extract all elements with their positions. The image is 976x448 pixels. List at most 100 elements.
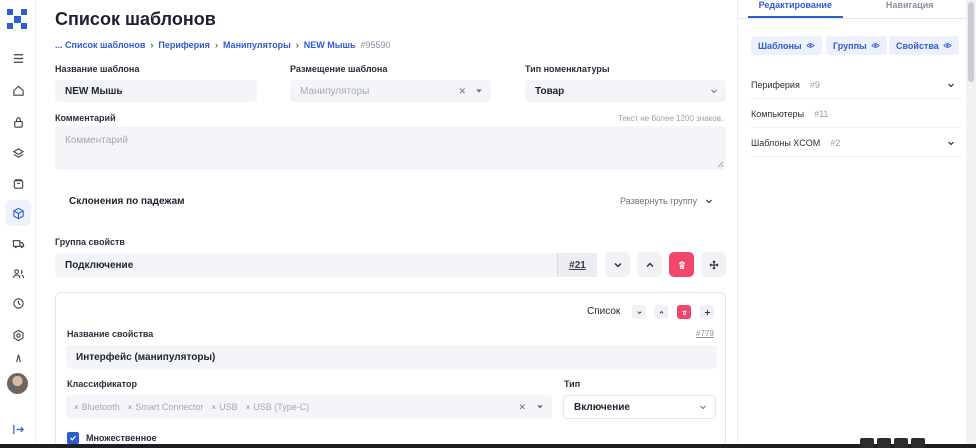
property-id-link[interactable]: #779	[696, 329, 714, 338]
nomenclature-type-select[interactable]: Товар	[525, 80, 726, 102]
chip-groups[interactable]: Группы	[826, 36, 887, 55]
classifier-multiselect[interactable]: × Bluetooth × Smart Connector × USB × USB (T…	[66, 395, 552, 419]
placement-select[interactable]: Манипуляторы ✕	[290, 80, 491, 102]
comment-placeholder: Комментарий	[65, 135, 128, 146]
expand-group-label: Развернуть группу	[620, 196, 698, 206]
check-icon	[70, 435, 76, 441]
clear-icon[interactable]: ✕	[458, 86, 466, 97]
tray-icon[interactable]	[894, 438, 908, 448]
lock-icon[interactable]	[5, 109, 31, 135]
chevron-up-icon	[646, 262, 653, 267]
mini-move-down-button[interactable]	[632, 305, 646, 319]
property-name-input[interactable]: Интерфейс (манипуляторы)	[66, 345, 717, 369]
move-icon	[704, 309, 710, 315]
tree-item-count: #2	[830, 137, 841, 148]
partial-icon[interactable]	[5, 350, 31, 364]
box-icon[interactable]	[5, 170, 31, 196]
tag-label: Smart Connector	[135, 402, 204, 412]
system-tray	[860, 438, 925, 448]
nomenclature-type-label: Тип номенклатуры	[525, 64, 610, 74]
move-up-button[interactable]	[637, 252, 662, 277]
scrollbar[interactable]	[966, 0, 976, 448]
tree-item-count: #9	[809, 79, 820, 90]
delete-group-button[interactable]	[669, 252, 694, 277]
classifier-tag[interactable]: × Smart Connector	[128, 402, 204, 412]
tab-navigation[interactable]: Навигация	[853, 0, 968, 18]
tray-icon[interactable]	[860, 438, 874, 448]
mini-move-up-button[interactable]	[654, 305, 668, 319]
avatar[interactable]	[7, 373, 28, 394]
logo-icon[interactable]	[7, 9, 28, 30]
multiple-checkbox[interactable]	[67, 432, 79, 444]
trash-icon	[682, 310, 686, 315]
chip-properties[interactable]: Свойства	[889, 36, 959, 55]
tree-item[interactable]: Компьютеры #11	[751, 100, 961, 128]
eye-icon	[943, 43, 952, 48]
breadcrumb-item[interactable]: ... Список шаблонов	[55, 40, 145, 50]
chevron-down-icon[interactable]	[699, 403, 707, 411]
mini-delete-button[interactable]	[677, 305, 691, 319]
tag-remove-icon[interactable]: ×	[74, 403, 79, 412]
tray-icon[interactable]	[911, 438, 925, 448]
tree-item-count: #11	[814, 108, 829, 119]
tree-item[interactable]: Шаблоны XCOM #2	[751, 129, 961, 157]
tree-item[interactable]: Периферия #9	[751, 71, 961, 99]
tree-item-label: Шаблоны XCOM	[751, 137, 821, 148]
logout-icon[interactable]	[5, 416, 31, 442]
chevron-down-icon[interactable]	[947, 139, 955, 147]
chip-templates[interactable]: Шаблоны	[751, 36, 822, 55]
truck-icon[interactable]	[5, 230, 31, 256]
resize-handle-icon[interactable]	[717, 161, 724, 168]
chevron-down-icon[interactable]	[536, 403, 544, 411]
scrollbar-thumb[interactable]	[968, 2, 974, 82]
comment-hint: Текст не более 1200 знаков.	[618, 114, 724, 123]
breadcrumb-item[interactable]: Манипуляторы	[223, 40, 291, 50]
tab-editing[interactable]: Редактирование	[738, 0, 853, 18]
placement-label: Размещение шаблона	[290, 64, 388, 74]
settings-icon[interactable]	[5, 322, 31, 348]
cube-icon[interactable]	[5, 200, 31, 226]
property-group-id-link[interactable]: #21	[557, 253, 597, 277]
chip-label: Шаблоны	[758, 40, 802, 51]
expand-group-button[interactable]: Развернуть группу	[620, 196, 713, 206]
clock-icon[interactable]	[5, 290, 31, 316]
property-group-value: Подключение	[65, 259, 134, 271]
type-value: Включение	[574, 401, 630, 413]
chevron-down-icon[interactable]	[475, 87, 483, 95]
eye-icon	[871, 43, 880, 48]
panel-tabs: Редактирование Навигация	[738, 0, 967, 18]
drag-handle-button[interactable]	[701, 252, 726, 277]
classifier-tag[interactable]: × USB (Type-C)	[246, 402, 310, 412]
move-down-button[interactable]	[605, 252, 630, 277]
comment-textarea[interactable]: Комментарий	[55, 126, 726, 170]
breadcrumb-item[interactable]: NEW Мышь	[304, 40, 356, 50]
clear-icon[interactable]: ✕	[518, 402, 526, 413]
tray-icon[interactable]	[877, 438, 891, 448]
tree-item-label: Периферия	[751, 79, 800, 90]
trash-icon	[678, 261, 685, 269]
chevron-down-icon	[636, 310, 642, 314]
classifier-tag[interactable]: × Bluetooth	[74, 402, 120, 412]
menu-icon[interactable]	[5, 45, 31, 71]
tabs-divider	[738, 18, 967, 19]
app-root: Список шаблонов ... Список шаблонов › Пе…	[0, 0, 976, 448]
chevron-down-icon[interactable]	[710, 87, 718, 95]
users-icon[interactable]	[5, 260, 31, 286]
page-title: Список шаблонов	[55, 9, 216, 29]
property-group-input[interactable]: Подключение	[55, 253, 597, 277]
type-label: Тип	[564, 379, 581, 389]
tree-item-label: Компьютеры	[751, 108, 805, 119]
tag-remove-icon[interactable]: ×	[246, 403, 251, 412]
breadcrumb-item[interactable]: Периферия	[158, 40, 210, 50]
home-icon[interactable]	[5, 77, 31, 103]
classifier-label: Классификатор	[67, 379, 137, 389]
layers-icon[interactable]	[5, 140, 31, 166]
template-name-input[interactable]: NEW Мышь	[55, 80, 257, 102]
mini-drag-handle-button[interactable]	[700, 305, 714, 319]
type-select[interactable]: Включение	[563, 395, 716, 419]
chevron-down-icon[interactable]	[947, 81, 955, 89]
tag-remove-icon[interactable]: ×	[128, 403, 133, 412]
tag-remove-icon[interactable]: ×	[211, 403, 216, 412]
classifier-tag[interactable]: × USB	[211, 402, 237, 412]
view-mode-label: Список	[587, 306, 621, 317]
